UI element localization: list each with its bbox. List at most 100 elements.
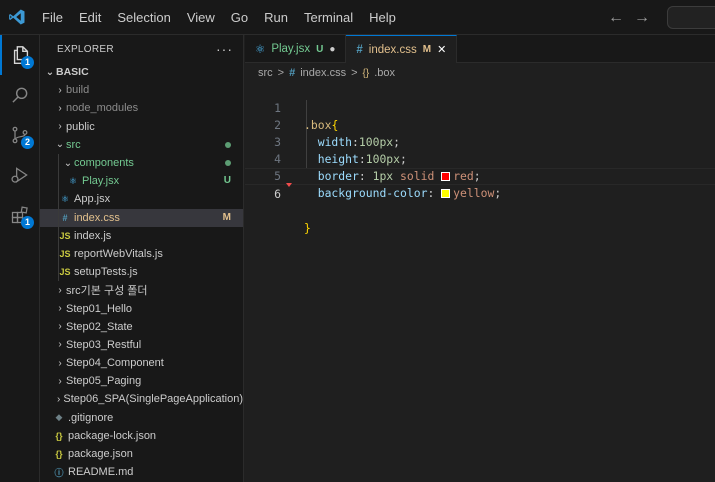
tree-label: node_modules xyxy=(66,102,139,115)
tree-file-app-jsx[interactable]: ⚛ App.jsx xyxy=(40,190,243,209)
tree-file-package-json[interactable]: {} package.json xyxy=(40,445,243,463)
tab-index-css[interactable]: # index.css M ✕ xyxy=(346,35,458,63)
menu-edit[interactable]: Edit xyxy=(71,0,109,35)
menu-terminal[interactable]: Terminal xyxy=(296,0,361,35)
extensions-badge: 1 xyxy=(21,216,34,229)
explorer-badge: 1 xyxy=(21,56,34,69)
javascript-icon: JS xyxy=(59,230,71,241)
indent-guide xyxy=(58,244,59,264)
chevron-right-icon: › xyxy=(58,375,62,387)
chevron-down-icon: ⌄ xyxy=(55,139,65,151)
explorer-header: EXPLORER ··· xyxy=(40,35,243,63)
tree-folder-step03[interactable]: › Step03_Restful xyxy=(40,336,243,354)
extensions-activity-button[interactable]: 1 xyxy=(0,195,40,235)
menu-file[interactable]: File xyxy=(34,0,71,35)
scm-badge: 2 xyxy=(21,136,34,149)
tree-file-gitignore[interactable]: ◆ .gitignore xyxy=(40,409,243,427)
forward-arrow-icon[interactable]: → xyxy=(634,9,650,27)
css-property: background-color xyxy=(317,186,428,200)
explorer-sidebar: EXPLORER ··· ⌄ BASIC › build › node_modu… xyxy=(40,35,244,482)
menu-selection[interactable]: Selection xyxy=(109,0,178,35)
tree-label: Step03_Restful xyxy=(66,338,142,351)
tree-label: public xyxy=(66,120,95,133)
untracked-dot-indicator xyxy=(225,141,231,148)
search-activity-button[interactable] xyxy=(0,75,40,115)
menu-run[interactable]: Run xyxy=(256,0,296,35)
tree-folder-node-modules[interactable]: › node_modules xyxy=(40,99,243,117)
json-braces-icon: {} xyxy=(55,430,63,441)
tree-folder-step05[interactable]: › Step05_Paging xyxy=(40,372,243,390)
tree-file-play-jsx[interactable]: ⚛ Play.jsx U xyxy=(40,172,243,191)
tree-label: package-lock.json xyxy=(68,429,157,442)
chevron-right-icon: › xyxy=(58,284,62,296)
indent-guide xyxy=(58,190,59,209)
tree-label: build xyxy=(66,84,90,97)
json-braces-icon: {} xyxy=(55,449,63,460)
tree-file-index-css[interactable]: # index.css M xyxy=(40,208,243,227)
chevron-right-icon: › xyxy=(58,121,62,133)
tree-label: README.md xyxy=(68,466,134,479)
color-swatch-yellow[interactable] xyxy=(441,189,451,198)
menu-bar: File Edit Selection View Go Run Terminal… xyxy=(34,0,404,35)
line-number: 6 xyxy=(274,187,281,201)
tree-folder-components[interactable]: ⌄ components xyxy=(40,153,243,173)
tree-folder-build[interactable]: › build xyxy=(40,81,243,99)
tree-folder-step01[interactable]: › Step01_Hello xyxy=(40,299,243,317)
command-center-search[interactable] xyxy=(667,6,715,29)
source-control-activity-button[interactable]: 2 xyxy=(0,115,40,155)
tree-file-report-web-vitals[interactable]: JS reportWebVitals.js xyxy=(40,244,243,264)
chevron-right-icon: › xyxy=(58,339,62,351)
breadcrumb-symbol[interactable]: .box xyxy=(374,67,395,79)
tree-folder-src-basic[interactable]: › src기본 구성 폴더 xyxy=(40,281,243,299)
tab-play-jsx[interactable]: ⚛ Play.jsx U ● xyxy=(245,35,347,63)
tree-label: Step05_Paging xyxy=(66,375,142,388)
tree-file-setup-tests[interactable]: JS setupTests.js xyxy=(40,263,243,282)
chevron-down-icon: ⌄ xyxy=(63,157,73,169)
chevron-right-icon: › xyxy=(58,84,62,96)
tree-label: Step04_Component xyxy=(66,357,164,370)
tree-label: App.jsx xyxy=(74,193,111,206)
workspace-root-basic[interactable]: ⌄ BASIC xyxy=(40,63,243,81)
close-brace: } xyxy=(304,221,311,235)
tree-label: index.css xyxy=(74,211,120,224)
code-line: 5 background-color: yellow; xyxy=(245,151,715,200)
tree-folder-src[interactable]: ⌄ src xyxy=(40,136,243,154)
code-line: 4 border: 1px solid red; xyxy=(245,134,715,183)
breadcrumb-src[interactable]: src xyxy=(258,67,273,79)
menu-view[interactable]: View xyxy=(179,0,223,35)
code-editor[interactable]: 1 .box{ 2 width:100px; 3 height:100px; 4… xyxy=(245,83,715,482)
explorer-activity-button[interactable]: 1 xyxy=(0,35,40,75)
tree-label: components xyxy=(74,157,134,170)
code-line: 2 width:100px; xyxy=(245,100,715,149)
css-hash-icon: # xyxy=(62,212,68,223)
breadcrumb-file[interactable]: index.css xyxy=(300,67,346,79)
search-icon xyxy=(12,87,28,103)
react-icon: ⚛ xyxy=(68,175,78,186)
tree-folder-public[interactable]: › public xyxy=(40,118,243,136)
modified-status-badge: M xyxy=(422,44,432,55)
unsaved-dot-icon[interactable]: ● xyxy=(329,44,335,55)
run-debug-activity-button[interactable] xyxy=(0,155,40,195)
tab-label: Play.jsx xyxy=(271,43,311,55)
tree-label: .gitignore xyxy=(68,411,114,424)
git-diamond-icon: ◆ xyxy=(55,412,63,423)
close-icon[interactable]: ✕ xyxy=(437,43,446,56)
run-debug-icon xyxy=(11,167,28,183)
code-line: 1 .box{ xyxy=(245,83,715,132)
chevron-down-icon: ⌄ xyxy=(45,66,55,78)
css-hash-icon: # xyxy=(356,43,363,56)
tree-label: Step06_SPA(SinglePageApplication) xyxy=(63,393,243,406)
tree-file-package-lock[interactable]: {} package-lock.json xyxy=(40,427,243,445)
tree-label: Play.jsx xyxy=(82,175,120,188)
menu-help[interactable]: Help xyxy=(361,0,404,35)
more-actions-icon[interactable]: ··· xyxy=(216,41,233,57)
tree-folder-step04[interactable]: › Step04_Component xyxy=(40,354,243,372)
tree-file-readme[interactable]: ⓘ README.md xyxy=(40,463,243,481)
tree-folder-step06[interactable]: › Step06_SPA(SinglePageApplication) xyxy=(40,390,243,408)
css-hash-icon: # xyxy=(289,67,296,79)
tree-file-index-js[interactable]: JS index.js xyxy=(40,226,243,245)
tree-folder-step02[interactable]: › Step02_State xyxy=(40,318,243,336)
modified-status-badge: M xyxy=(222,211,231,223)
back-arrow-icon[interactable]: ← xyxy=(608,9,624,27)
menu-go[interactable]: Go xyxy=(223,0,256,35)
